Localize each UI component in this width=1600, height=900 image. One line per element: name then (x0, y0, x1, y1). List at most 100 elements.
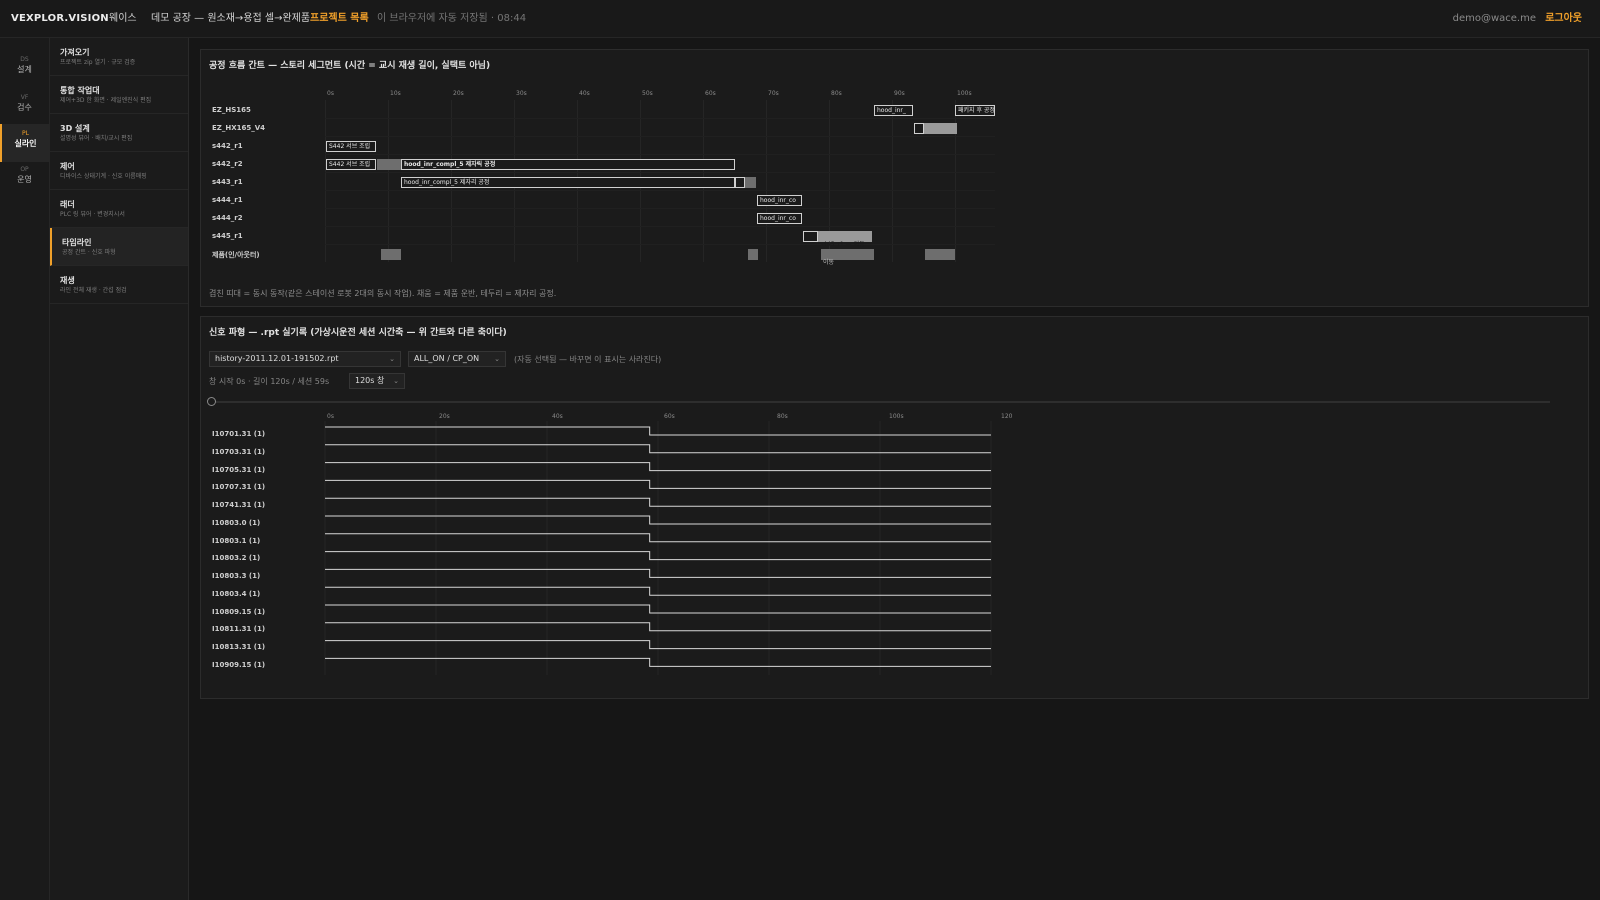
sidebar-item-subtitle: 디바이스 상태기계 · 신호 이름매핑 (60, 173, 147, 180)
rail-item-live-line[interactable]: PL 실라인 (0, 124, 49, 162)
gantt-transport-block[interactable] (925, 249, 955, 260)
gantt-tick: 90s (894, 90, 905, 97)
signal-waveforms (324, 421, 992, 675)
gantt-segment[interactable]: S442 서브 조립 (326, 141, 376, 152)
gridline (325, 100, 326, 262)
sidebar-item-title: 3D 설계 (60, 124, 90, 133)
gantt-segment[interactable]: hood_inr_compl_5 제자리 공정 (401, 177, 735, 188)
rail-code: PL (22, 130, 29, 137)
gantt-transport-block[interactable] (924, 123, 957, 134)
rail-label: 검수 (17, 103, 32, 112)
sidebar-item-workbench[interactable]: 통합 작업대 제어+3D 한 화면 · 제일엔진식 편집 (50, 76, 188, 114)
sidebar-item-title: 타임라인 (62, 238, 92, 247)
sidebar-item-subtitle: PLC 링 뷰어 · 변경지시서 (60, 211, 125, 218)
gantt-panel: 공정 흐름 간트 — 스토리 세그먼트 (시간 = 교시 재생 길이, 실택트 … (200, 49, 1589, 307)
signal-panel: 신호 파형 — .rpt 실기록 (가상시운전 세션 시간축 — 위 간트와 다… (200, 316, 1589, 699)
gantt-row-label: s445_r1 (212, 232, 243, 240)
gantt-legend-note: 겹친 띠대 = 동시 동작(같은 스테이션 로봇 2대의 동시 작업). 채움 … (209, 289, 557, 298)
sidebar: 가져오기 프로젝트 zip 열기 · 규모 검증 통합 작업대 제어+3D 한 … (50, 38, 189, 900)
sidebar-item-title: 가져오기 (60, 48, 90, 57)
gantt-block-label: 이동 (823, 259, 835, 266)
rail-label: 실라인 (14, 139, 37, 148)
gantt-row-label: EZ_HS165 (212, 106, 251, 114)
user-email: demo@wace.me (1452, 13, 1536, 24)
nav-workspace-link[interactable]: 웨이스 (109, 13, 137, 25)
rail-item-design[interactable]: DS 설계 (0, 50, 49, 88)
gantt-transport-block[interactable] (745, 177, 756, 188)
row-separator (325, 118, 995, 119)
gantt-tick: 10s (390, 90, 401, 97)
row-separator (325, 190, 995, 191)
sidebar-item-title: 제어 (60, 162, 75, 171)
gantt-segment[interactable]: hood_inr_compl_5 제자릭 공정 (401, 159, 735, 170)
gantt-segment[interactable] (735, 177, 745, 188)
rail-code: VF (20, 94, 29, 101)
gantt-segment[interactable]: hood_inr_ (874, 105, 913, 116)
gantt-transport-block[interactable]: s445_r1 — 이동 (818, 231, 872, 248)
top-bar: VEXPLOR.VISION 웨이스 데모 공장 — 원소재→용접 셀→완제품 … (0, 0, 1600, 38)
gantt-tick: 30s (516, 90, 527, 97)
gantt-tick: 70s (768, 90, 779, 97)
sidebar-item-subtitle: 프로젝트 zip 열기 · 규모 검증 (60, 59, 136, 66)
sidebar-item-subtitle: 제어+3D 한 화면 · 제일엔진식 편집 (60, 97, 152, 104)
gantt-block-label: s445_r1 — 이동 (820, 241, 865, 248)
sidebar-item-replay[interactable]: 재생 라인 전체 재생 · 간섭 점검 (50, 266, 188, 304)
gridline (388, 100, 389, 262)
rail-label: 설계 (17, 65, 32, 74)
rail-code: DS (20, 56, 29, 63)
rail-item-operate[interactable]: OP 운영 (0, 160, 49, 198)
sidebar-item-subtitle: 공정 간트 · 신호 파형 (62, 249, 116, 256)
gantt-tick: 80s (831, 90, 842, 97)
sidebar-item-subtitle: 설명성 뷰어 · 배치/교시 편집 (60, 135, 133, 142)
app-root: { "topbar": { "brand": "VEXPLOR.VISION",… (0, 0, 1600, 900)
mode-rail: DS 설계 VF 검수 PL 실라인 OP 운영 (0, 38, 50, 900)
rail-code: OP (20, 166, 29, 173)
gridline (766, 100, 767, 262)
gantt-row-label: s443_r1 (212, 178, 243, 186)
row-separator (325, 136, 995, 137)
brand-logo[interactable]: VEXPLOR.VISION (11, 13, 109, 25)
sidebar-item-title: 통합 작업대 (60, 86, 100, 95)
gantt-row-label: s444_r2 (212, 214, 243, 222)
row-separator (325, 154, 995, 155)
nav-project-list-link[interactable]: 프로젝트 목록 (310, 13, 369, 25)
gantt-segment[interactable] (914, 123, 924, 134)
row-separator (325, 226, 995, 227)
gantt-tick: 60s (705, 90, 716, 97)
autosave-status: 이 브라우저에 자동 저장됨 · 08:44 (377, 13, 527, 24)
gantt-row-label: s442_r1 (212, 142, 243, 150)
nav-project-link[interactable]: 데모 공장 — 원소재→용접 셀→완제품 (151, 13, 310, 25)
gridline (892, 100, 893, 262)
sidebar-item-timeline[interactable]: 타임라인 공정 간트 · 신호 파형 (50, 228, 188, 266)
rail-item-verify[interactable]: VF 검수 (0, 88, 49, 126)
gantt-row-label: EZ_HX165_V4 (212, 124, 266, 132)
sidebar-item-title: 래더 (60, 200, 75, 209)
gantt-row-label: s442_r2 (212, 160, 243, 168)
row-separator (325, 208, 995, 209)
gantt-tick: 0s (327, 90, 334, 97)
gantt-row-label: s444_r1 (212, 196, 243, 204)
gantt-tick: 20s (453, 90, 464, 97)
gantt-segment[interactable]: S442 서브 조립 (326, 159, 376, 170)
sidebar-item-3d-design[interactable]: 3D 설계 설명성 뷰어 · 배치/교시 편집 (50, 114, 188, 152)
gantt-segment[interactable]: hood_inr_co (757, 213, 802, 224)
gantt-segment[interactable]: 패키지 후 공정 (955, 105, 995, 116)
sidebar-item-ladder[interactable]: 래더 PLC 링 뷰어 · 변경지시서 (50, 190, 188, 228)
gantt-segment[interactable] (803, 231, 818, 242)
gantt-tick: 50s (642, 90, 653, 97)
row-separator (325, 172, 995, 173)
row-separator (325, 244, 995, 245)
sidebar-item-control[interactable]: 제어 디바이스 상태기계 · 신호 이름매핑 (50, 152, 188, 190)
gantt-transport-block[interactable]: 이동 (821, 249, 874, 266)
logout-button[interactable]: 로그아웃 (1545, 13, 1582, 25)
gantt-segment[interactable]: hood_inr_co (757, 195, 802, 206)
rail-label: 운영 (17, 175, 32, 184)
gantt-row-label: 제품(인/아웃터) (212, 251, 260, 259)
gantt-transport-block[interactable] (748, 249, 758, 260)
gantt-transport-block[interactable] (377, 159, 401, 170)
sidebar-item-import[interactable]: 가져오기 프로젝트 zip 열기 · 규모 검증 (50, 38, 188, 76)
gantt-tick: 100s (957, 90, 972, 97)
sidebar-item-title: 재생 (60, 276, 75, 285)
gantt-title: 공정 흐름 간트 — 스토리 세그먼트 (시간 = 교시 재생 길이, 실택트 … (209, 61, 491, 71)
gantt-transport-block[interactable] (381, 249, 401, 260)
